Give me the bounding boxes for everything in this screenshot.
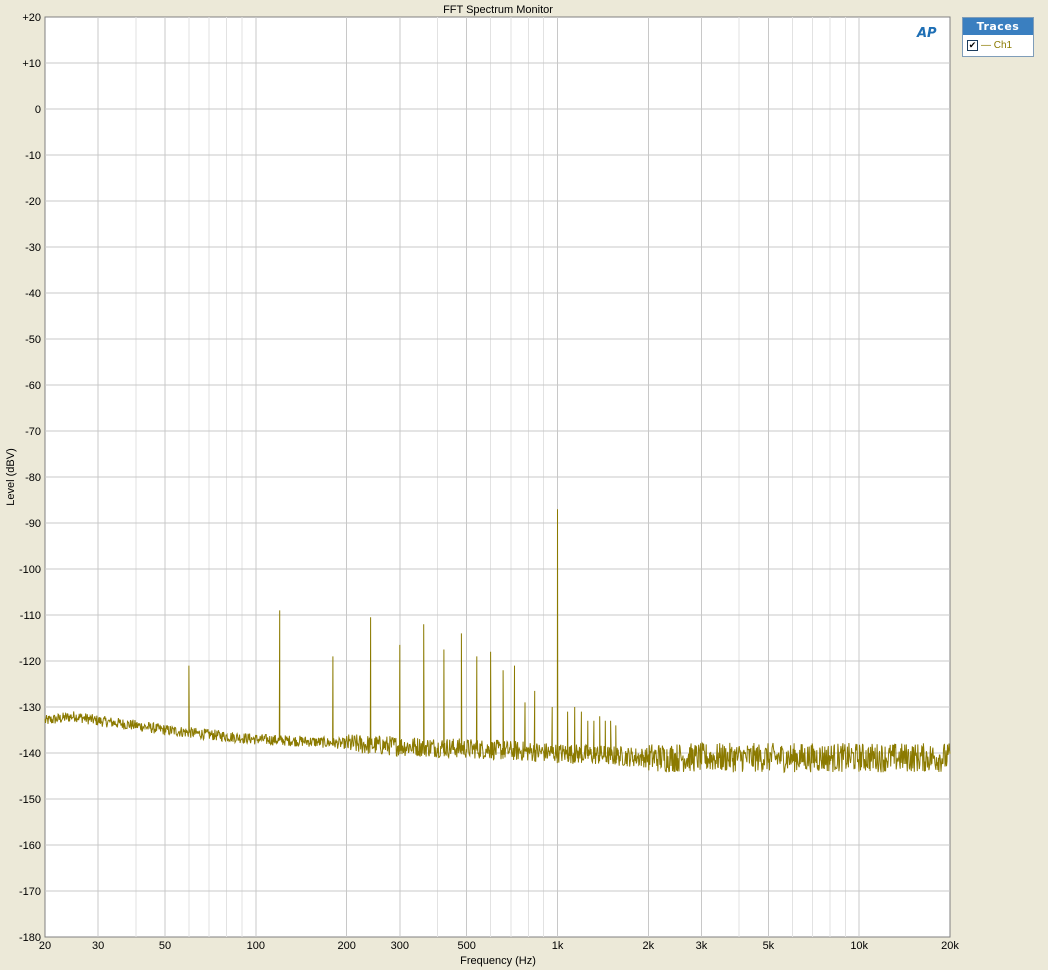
tick-label: -150: [19, 794, 41, 806]
tick-label: -120: [19, 656, 41, 668]
tick-label: 20k: [941, 940, 959, 952]
tick-label: -180: [19, 932, 41, 944]
tick-label: 10k: [850, 940, 868, 952]
tick-label: 3k: [696, 940, 708, 952]
tick-label: -70: [25, 426, 41, 438]
tick-label: -10: [25, 150, 41, 162]
tick-label: 2k: [643, 940, 655, 952]
traces-panel: Traces ✔ — Ch1: [962, 17, 1034, 57]
tick-label: 20: [39, 940, 51, 952]
tick-label: -50: [25, 334, 41, 346]
tick-label: 1k: [552, 940, 564, 952]
tick-label: +10: [22, 58, 41, 70]
tick-label: -90: [25, 518, 41, 530]
ap-logo: AP: [917, 26, 937, 41]
tick-label: -130: [19, 702, 41, 714]
tick-label: -100: [19, 564, 41, 576]
tick-label: 100: [247, 940, 265, 952]
x-axis-label: Frequency (Hz): [460, 955, 536, 967]
tick-label: -30: [25, 242, 41, 254]
trace-label: — Ch1: [981, 40, 1013, 51]
tick-label: -160: [19, 840, 41, 852]
chart-title: FFT Spectrum Monitor: [443, 4, 553, 16]
tick-label: 5k: [763, 940, 775, 952]
tick-label: -40: [25, 288, 41, 300]
tick-label: 30: [92, 940, 104, 952]
trace-item-ch1[interactable]: ✔ — Ch1: [963, 35, 1033, 56]
fft-chart: +20 +10 0 -10 -20 -30 -40 -50 -60 -70 -80 -90 -100 -1…: [5, 4, 959, 967]
grid: [45, 17, 950, 937]
tick-label: 300: [391, 940, 409, 952]
trace-checkbox[interactable]: ✔: [967, 40, 978, 51]
tick-label: -20: [25, 196, 41, 208]
traces-header: Traces: [963, 18, 1033, 35]
tick-label: -60: [25, 380, 41, 392]
tick-label: -110: [20, 610, 41, 622]
tick-label: -140: [19, 748, 41, 760]
tick-label: 50: [159, 940, 171, 952]
tick-label: 200: [337, 940, 355, 952]
tick-label: +20: [22, 12, 41, 24]
y-axis-label: Level (dBV): [5, 448, 17, 505]
tick-label: 500: [458, 940, 476, 952]
tick-label: 0: [35, 104, 41, 116]
tick-label: -170: [19, 886, 41, 898]
tick-label: -80: [25, 472, 41, 484]
